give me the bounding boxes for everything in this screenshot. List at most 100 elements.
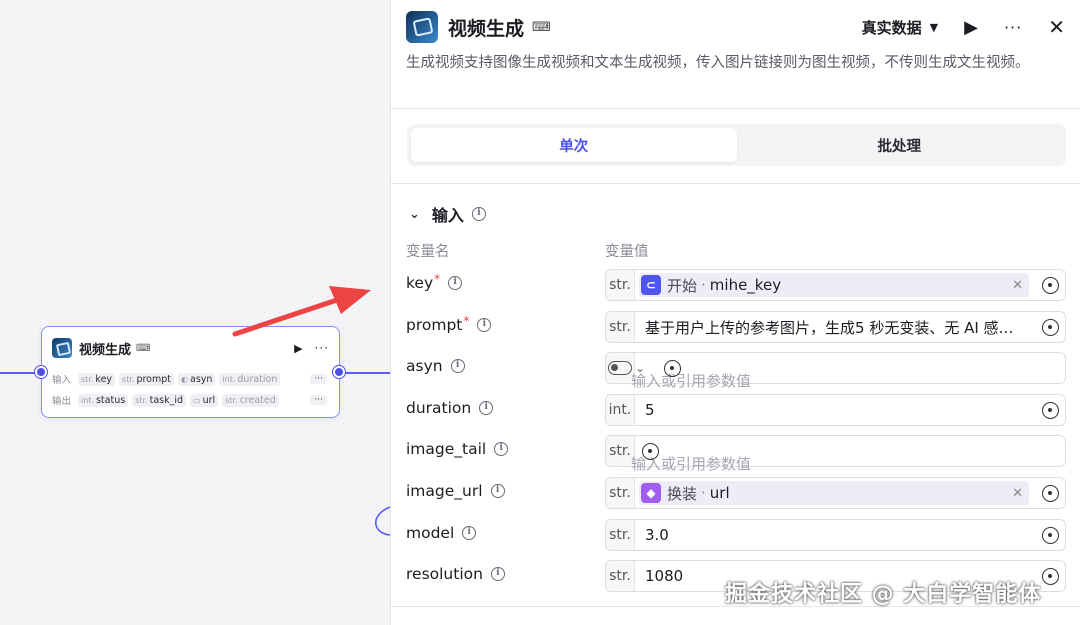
param-value-field[interactable]: str. 3.0 bbox=[605, 519, 1066, 551]
param-row-duration: duration i int. 5 bbox=[406, 394, 1066, 426]
edge-in bbox=[0, 372, 38, 374]
node-outputs-more-icon[interactable]: ··· bbox=[310, 395, 327, 405]
annotation-arrow bbox=[232, 286, 371, 337]
plugin-badge-icon: ⌨ bbox=[532, 19, 551, 35]
mode-tabs: 单次 批处理 bbox=[407, 124, 1066, 166]
param-value: 基于用户上传的参考图片，生成5 秒无变装、无 AI 感… bbox=[645, 318, 1014, 337]
variable-target-icon[interactable] bbox=[1035, 478, 1065, 508]
tab-single[interactable]: 单次 bbox=[411, 128, 737, 162]
variable-target-icon[interactable] bbox=[1035, 312, 1065, 342]
divider bbox=[391, 183, 1080, 184]
folder-icon: ▭ bbox=[193, 395, 201, 405]
run-icon[interactable]: ▶ bbox=[964, 17, 978, 38]
param-value-field[interactable]: 输入或引用参数值 ⌄ bbox=[605, 352, 1066, 390]
param-type: int. bbox=[606, 395, 635, 425]
param-row-key: key * i str. ⊂ 开始 · mihe_key ✕ bbox=[406, 269, 1066, 301]
node-output-port[interactable] bbox=[333, 366, 345, 378]
param-row-image-tail: image_tail i str. 输入或引用参数值 bbox=[406, 435, 1066, 473]
variable-target-icon[interactable] bbox=[1035, 520, 1065, 550]
clear-icon[interactable]: ✕ bbox=[1012, 486, 1023, 501]
variable-target-icon[interactable] bbox=[1035, 395, 1065, 425]
plugin-badge-icon: ⌨ bbox=[136, 342, 151, 354]
node-input-chip: str. prompt bbox=[119, 372, 175, 386]
param-row-model: model i str. 3.0 bbox=[406, 519, 1066, 551]
ref-variable: mihe_key bbox=[709, 276, 782, 294]
param-name: duration i bbox=[406, 399, 494, 417]
variable-target-icon[interactable] bbox=[1035, 270, 1065, 300]
param-row-image-url: image_url i str. ◆ 换装 · url ✕ bbox=[406, 477, 1066, 509]
col-header-name: 变量名 bbox=[406, 244, 450, 260]
param-type: str. bbox=[606, 478, 635, 508]
more-icon[interactable]: ··· bbox=[1004, 18, 1022, 37]
node-output-chip: ▭ url bbox=[190, 393, 219, 407]
close-icon[interactable]: ✕ bbox=[1048, 15, 1065, 39]
param-name: image_tail i bbox=[406, 440, 509, 458]
param-value: 3.0 bbox=[645, 526, 669, 544]
reference-tag[interactable]: ◆ 换装 · url ✕ bbox=[639, 481, 1029, 505]
edge-out bbox=[344, 372, 390, 374]
ref-node-name: 开始 bbox=[667, 276, 698, 295]
ref-separator: · bbox=[701, 484, 706, 502]
param-value-field[interactable]: str. 输入或引用参数值 bbox=[605, 435, 1066, 473]
node-output-chip: int. status bbox=[78, 393, 129, 407]
info-icon[interactable]: i bbox=[471, 207, 486, 221]
info-icon[interactable]: i bbox=[490, 484, 505, 498]
param-name: key * i bbox=[406, 272, 463, 292]
node-run-icon[interactable]: ▶ bbox=[294, 342, 302, 355]
clear-icon[interactable]: ✕ bbox=[1012, 278, 1023, 293]
panel-description: 生成视频支持图像生成视频和文本生成视频，传入图片链接则为图生视频，不传则生成文生… bbox=[406, 55, 1030, 71]
col-header-value: 变量值 bbox=[605, 244, 649, 260]
ref-separator: · bbox=[701, 276, 706, 294]
tab-batch[interactable]: 批处理 bbox=[737, 128, 1063, 162]
param-type: str. bbox=[606, 561, 635, 591]
param-value-field[interactable]: str. ◆ 换装 · url ✕ bbox=[605, 477, 1066, 509]
node-input-chip: str. key bbox=[78, 372, 116, 386]
param-name: resolution i bbox=[406, 565, 505, 583]
param-placeholder: 输入或引用参数值 bbox=[631, 371, 752, 390]
node-inputs-label: 输入 bbox=[52, 375, 72, 386]
param-type: str. bbox=[606, 312, 635, 342]
info-icon[interactable]: i bbox=[450, 359, 465, 373]
param-value: 5 bbox=[645, 401, 655, 419]
param-value-field[interactable]: str. 基于用户上传的参考图片，生成5 秒无变装、无 AI 感… bbox=[605, 311, 1066, 343]
param-name: prompt * i bbox=[406, 314, 492, 334]
info-icon[interactable]: i bbox=[494, 442, 509, 456]
data-mode-dropdown[interactable]: 真实数据 ▼ bbox=[862, 17, 938, 38]
node-title: 视频生成 bbox=[79, 342, 132, 358]
chevron-down-icon: ⌄ bbox=[409, 206, 420, 222]
info-icon[interactable]: i bbox=[479, 401, 494, 415]
param-value-field[interactable]: int. 5 bbox=[605, 394, 1066, 426]
required-mark: * bbox=[463, 314, 470, 328]
cube-icon: ◆ bbox=[641, 483, 661, 503]
param-name: model i bbox=[406, 524, 477, 542]
required-mark: * bbox=[434, 272, 441, 286]
ref-variable: url bbox=[709, 484, 730, 502]
node-input-port[interactable] bbox=[35, 366, 47, 378]
node-input-chip: int. duration bbox=[219, 372, 281, 386]
workflow-canvas[interactable]: 视频生成 ⌨ ▶ ··· 输入 str. key str. prompt ◐ asyn… bbox=[0, 0, 391, 625]
input-section-header[interactable]: ⌄ 输入 i bbox=[409, 202, 486, 226]
panel-title: 视频生成 bbox=[448, 17, 525, 40]
toggle-icon: ◐ bbox=[181, 374, 188, 384]
caret-down-icon: ▼ bbox=[929, 20, 939, 34]
reference-tag[interactable]: ⊂ 开始 · mihe_key ✕ bbox=[639, 273, 1029, 297]
node-outputs-label: 输出 bbox=[52, 396, 72, 407]
param-type: str. bbox=[606, 520, 635, 550]
param-name: image_url i bbox=[406, 482, 505, 500]
video-node-logo-icon bbox=[406, 11, 438, 43]
watermark: 掘金技术社区 @ 大白学智能体 bbox=[725, 582, 1042, 607]
node-more-icon[interactable]: ··· bbox=[315, 341, 329, 355]
divider bbox=[391, 108, 1080, 109]
ref-node-name: 换装 bbox=[667, 484, 698, 503]
param-row-asyn: asyn i 输入或引用参数值 ⌄ bbox=[406, 352, 1066, 390]
info-icon[interactable]: i bbox=[462, 526, 477, 540]
info-icon[interactable]: i bbox=[477, 318, 492, 332]
param-value-field[interactable]: str. ⊂ 开始 · mihe_key ✕ bbox=[605, 269, 1066, 301]
node-inputs-row: 输入 str. key str. prompt ◐ asyn int. duration… bbox=[52, 371, 327, 387]
node-inputs-more-icon[interactable]: ··· bbox=[310, 374, 327, 384]
info-icon[interactable]: i bbox=[490, 567, 505, 581]
node-input-chip: ◐ asyn bbox=[178, 372, 216, 386]
node-output-chip: str. task_id bbox=[132, 393, 187, 407]
node-output-chip: str. created bbox=[222, 393, 279, 407]
info-icon[interactable]: i bbox=[448, 276, 463, 290]
